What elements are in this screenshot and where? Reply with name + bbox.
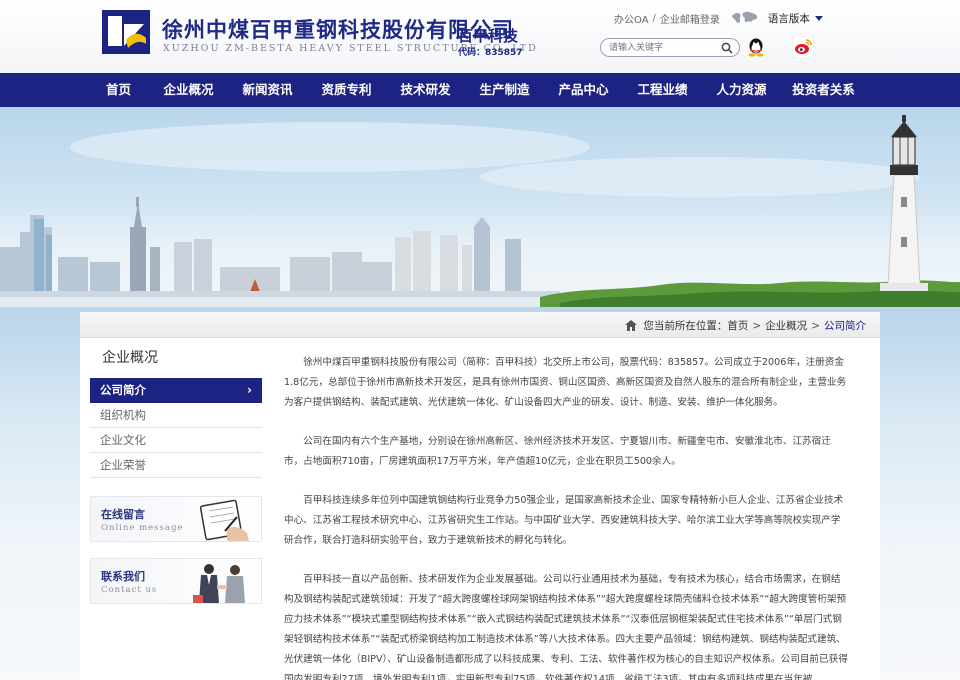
breadcrumb-section[interactable]: 企业概况 [765,318,807,333]
nav-item-hr[interactable]: 人力资源 [702,73,781,107]
chevron-right-icon: › [247,383,252,397]
company-logo-icon[interactable] [102,10,150,54]
chevron-down-icon [814,15,823,21]
mail-login-link[interactable]: 企业邮箱登录 [660,11,720,26]
sidebar-menu: 公司简介 › 组织机构 企业文化 企业荣誉 [90,378,262,478]
nav-item-news[interactable]: 新闻资讯 [228,73,307,107]
nav-item-overview[interactable]: 企业概况 [149,73,228,107]
sidebar-item-organization[interactable]: 组织机构 [90,403,262,428]
contact-us-button[interactable]: 联系我们 Contact us [90,558,262,604]
online-message-title: 在线留言 [101,508,145,521]
breadcrumb-home[interactable]: 首页 [727,318,748,333]
language-label: 语言版本 [767,12,810,25]
sidebar-item-company-profile[interactable]: 公司简介 › [90,378,262,403]
breadcrumb-prefix: 您当前所在位置： [643,320,728,332]
site-header: 徐州中煤百甲重钢科技股份有限公司 XUZHOU ZM-BESTA HEAVY S… [0,0,960,73]
brand-name: 百甲科技 [458,27,519,45]
breadcrumb: 您当前所在位置： 首页 > 企业概况 > 公司简介 [625,318,866,333]
nav-item-products[interactable]: 产品中心 [544,73,623,107]
stock-code: 代码：835857 [458,48,523,58]
city-skyline-image [0,115,960,307]
contact-us-subtitle: Contact us [101,585,158,595]
home-icon [625,320,638,331]
online-message-button[interactable]: 在线留言 Online message [90,496,262,542]
breadcrumb-separator: > [752,319,762,332]
lighthouse-image [880,115,928,291]
main-nav: 首页 企业概况 新闻资讯 资质专利 技术研发 生产制造 产品中心 工程业绩 人力… [0,73,960,107]
nav-item-manufacturing[interactable]: 生产制造 [465,73,544,107]
search-icon[interactable] [721,42,733,54]
oa-link[interactable]: 办公OA [614,11,649,26]
article-paragraph: 百甲科技连续多年位列中国建筑钢结构行业竞争力50强企业，是国家高新技术企业、国家… [284,495,844,546]
link-separator: / [652,12,656,24]
sidebar-item-honors[interactable]: 企业荣誉 [90,453,262,478]
online-message-subtitle: Online message [101,523,184,533]
contact-us-title: 联系我们 [101,570,145,583]
sidebar-item-label: 公司简介 [100,383,146,397]
nav-item-qualification[interactable]: 资质专利 [307,73,386,107]
handshake-people-icon [193,564,245,603]
language-selector[interactable]: 语言版本 [768,11,823,26]
article-paragraph: 公司在国内有六个生产基地，分别设在徐州高新区、徐州经济技术开发区、宁夏银川市、新… [284,436,831,467]
nav-item-projects[interactable]: 工程业绩 [623,73,702,107]
breadcrumb-current[interactable]: 公司简介 [824,318,866,333]
nav-item-home[interactable]: 首页 [88,73,149,107]
qq-icon[interactable] [746,37,766,57]
nav-item-investors[interactable]: 投资者关系 [781,73,866,107]
notebook-writing-icon [199,499,249,541]
breadcrumb-bar: 您当前所在位置： 首页 > 企业概况 > 公司简介 [80,312,880,338]
sidebar-item-culture[interactable]: 企业文化 [90,428,262,453]
sidebar-title: 企业概况 [102,350,158,366]
article-body: 徐州中煤百甲重钢科技股份有限公司（简称：百甲科技）北交所上市公司，股票代码：83… [284,353,850,680]
article-paragraph: 徐州中煤百甲重钢科技股份有限公司（简称：百甲科技）北交所上市公司，股票代码：83… [284,357,847,408]
weibo-icon[interactable] [792,36,814,58]
content-card: 您当前所在位置： 首页 > 企业概况 > 公司简介 企业概况 公司简介 › 组织… [80,312,880,680]
search-box [600,38,740,57]
nav-item-rnd[interactable]: 技术研发 [386,73,465,107]
article-paragraph: 百甲科技一直以产品创新、技术研发作为企业发展基础。公司以行业通用技术为基础，专有… [284,574,848,680]
top-links: 办公OA / 企业邮箱登录 语言版本 [614,10,823,26]
breadcrumb-separator: > [811,319,820,332]
world-map-icon [731,11,758,23]
search-input[interactable] [609,41,719,55]
hero-banner [0,107,960,307]
